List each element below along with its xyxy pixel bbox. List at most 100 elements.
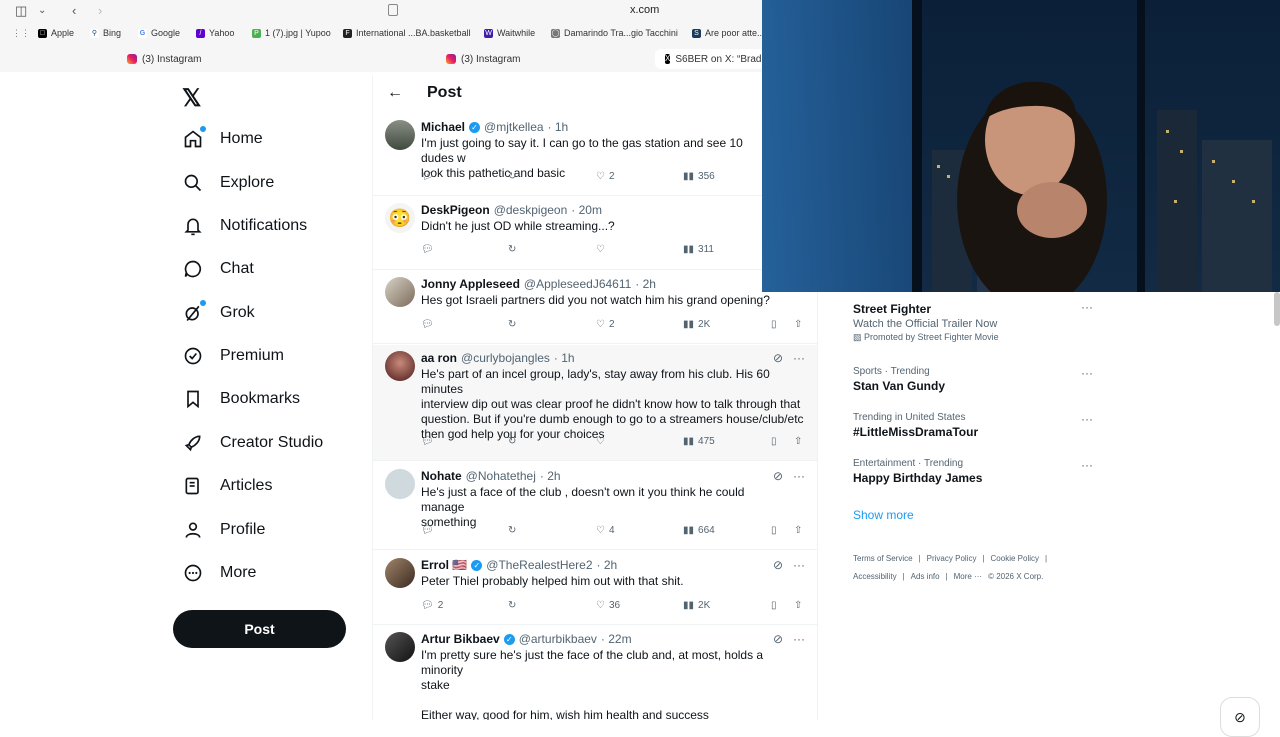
nav-grok[interactable]: Grok	[182, 295, 255, 331]
author-handle[interactable]: @mjtkellea	[484, 120, 544, 134]
like-button[interactable]: ♡ 2	[596, 319, 615, 330]
nav-notifications[interactable]: Notifications	[182, 208, 307, 244]
bookmark-google[interactable]: G Google	[138, 28, 180, 38]
views-button[interactable]: ▮▮ 2K	[683, 319, 710, 330]
author-name[interactable]: Artur Bikbaev	[421, 632, 500, 646]
like-button[interactable]: ♡ 2	[596, 171, 615, 182]
cookie-link[interactable]: Cookie Policy	[991, 554, 1039, 563]
bookmark-waitwhile[interactable]: W Waitwhile	[484, 28, 535, 38]
nav-bookmarks[interactable]: Bookmarks	[182, 381, 300, 417]
reply[interactable]: 😳 DeskPigeon @deskpigeon · 20m Didn't he j…	[373, 197, 817, 270]
bookmark-apple[interactable]: Apple	[38, 28, 74, 38]
avatar[interactable]	[385, 120, 415, 150]
grok-icon[interactable]: ⊘	[773, 632, 783, 646]
views-button[interactable]: ▮▮ 664	[683, 525, 715, 536]
like-button[interactable]: ♡ 4	[596, 525, 615, 536]
repost-button[interactable]: ↻	[508, 244, 516, 255]
bookmark-yahoo[interactable]: / Yahoo	[196, 28, 234, 38]
chevron-down-icon[interactable]: ⌄	[38, 3, 46, 19]
forward-arrow-icon[interactable]: ›	[98, 3, 102, 19]
bookmark-bing[interactable]: ⚲ Bing	[90, 28, 121, 38]
trend-item[interactable]: Entertainment · Trending Happy Birthday …	[853, 458, 1093, 485]
avatar[interactable]	[385, 558, 415, 588]
nav-premium[interactable]: Premium	[182, 338, 284, 374]
address-bar[interactable]: x.com	[630, 4, 659, 16]
privacy-link[interactable]: Privacy Policy	[927, 554, 977, 563]
author-name[interactable]: aa ron	[421, 351, 457, 365]
reply[interactable]: Michael ✓ @mjtkellea · 1h I'm just going to…	[373, 114, 817, 196]
timestamp[interactable]: · 20m	[571, 203, 602, 217]
more-options-icon[interactable]: ···	[1081, 412, 1093, 426]
tab-instagram-1[interactable]: (3) Instagram	[127, 49, 201, 69]
more-options-icon[interactable]: ···	[793, 469, 805, 483]
bookmark-damarindo[interactable]: ◯ Damarindo Tra...gio Tacchini	[551, 28, 678, 38]
share-button[interactable]: ⇧	[794, 525, 802, 536]
avatar[interactable]: 😳	[385, 203, 415, 233]
repost-button[interactable]: ↻	[508, 525, 516, 536]
nav-chat[interactable]: Chat	[182, 251, 254, 287]
grok-icon[interactable]: ⊘	[773, 469, 783, 483]
more-options-icon[interactable]: ···	[1081, 458, 1093, 472]
author-name[interactable]: Michael	[421, 120, 465, 134]
views-button[interactable]: ▮▮ 2K	[683, 600, 710, 611]
more-options-icon[interactable]: ···	[793, 632, 805, 646]
more-options-icon[interactable]: ···	[793, 558, 805, 572]
views-button[interactable]: ▮▮ 311	[683, 244, 714, 255]
author-handle[interactable]: @AppleseedJ64611	[524, 277, 631, 291]
reply[interactable]: Jonny Appleseed @AppleseedJ64611 · 2h Hes …	[373, 271, 817, 344]
author-name[interactable]: DeskPigeon	[421, 203, 490, 217]
timestamp[interactable]: · 2h	[597, 558, 618, 572]
author-handle[interactable]: @curlybojangles	[461, 351, 550, 365]
avatar[interactable]	[385, 351, 415, 381]
reply[interactable]: Errol 🇺🇸 ✓ @TheRealestHere2 · 2h ⊘ ··· Pete…	[373, 552, 817, 625]
timestamp[interactable]: · 1h	[554, 351, 575, 365]
tab-instagram-2[interactable]: (3) Instagram	[446, 49, 520, 69]
trend-item[interactable]: Trending in United States #LittleMissDra…	[853, 412, 1093, 439]
sidebar-toggle-icon[interactable]: ◫	[15, 3, 27, 19]
terms-link[interactable]: Terms of Service	[853, 554, 913, 563]
bookmark-button[interactable]: ▯	[771, 436, 777, 447]
author-handle[interactable]: @deskpigeon	[494, 203, 568, 217]
grok-icon[interactable]: ⊘	[773, 351, 783, 365]
avatar[interactable]	[385, 277, 415, 307]
repost-button[interactable]: ↻	[508, 319, 516, 330]
reply[interactable]: Artur Bikbaev ✓ @arturbikbaev · 22m ⊘ ··· I…	[373, 626, 817, 720]
nav-home[interactable]: Home	[182, 121, 263, 157]
repost-button[interactable]: ↻	[508, 600, 516, 611]
author-name[interactable]: Errol 🇺🇸	[421, 558, 467, 572]
views-button[interactable]: ▮▮ 475	[683, 436, 715, 447]
bookmark-button[interactable]: ▯	[771, 319, 777, 330]
grok-icon[interactable]: ⊘	[773, 558, 783, 572]
avatar[interactable]	[385, 632, 415, 662]
reply-button[interactable]: 💬︎	[421, 319, 438, 330]
promoted-trend[interactable]: Street Fighter Watch the Official Traile…	[853, 300, 1093, 343]
share-button[interactable]: ⇧	[794, 600, 802, 611]
reply-button[interactable]: 💬︎ 2	[421, 600, 443, 611]
avatar[interactable]	[385, 469, 415, 499]
bookmark-button[interactable]: ▯	[771, 600, 777, 611]
timestamp[interactable]: · 1h	[548, 120, 569, 134]
author-handle[interactable]: @arturbikbaev	[519, 632, 597, 646]
reply-button[interactable]: 💬︎	[421, 436, 438, 447]
back-arrow-icon[interactable]: ←	[387, 84, 403, 102]
post-button[interactable]: Post	[173, 610, 346, 648]
author-name[interactable]: Jonny Appleseed	[421, 277, 520, 291]
share-button[interactable]: ⇧	[794, 436, 802, 447]
more-link[interactable]: More ···	[954, 572, 982, 581]
like-button[interactable]: ♡	[596, 436, 609, 447]
like-button[interactable]: ♡	[596, 244, 609, 255]
reply-button[interactable]: 💬︎	[421, 171, 438, 182]
bookmark-button[interactable]: ▯	[771, 525, 777, 536]
views-button[interactable]: ▮▮ 356	[683, 171, 715, 182]
author-handle[interactable]: @Nohatethej	[466, 469, 536, 483]
timestamp[interactable]: · 2h	[635, 277, 656, 291]
nav-more[interactable]: More	[182, 555, 256, 591]
author-handle[interactable]: @TheRealestHere2	[486, 558, 592, 572]
accessibility-link[interactable]: Accessibility	[853, 572, 897, 581]
nav-creator-studio[interactable]: Creator Studio	[182, 425, 323, 461]
tab-x-post[interactable]: X S6BER on X: “Brad	[655, 49, 765, 69]
grok-floating-button[interactable]: ⊘	[1220, 697, 1260, 737]
ads-info-link[interactable]: Ads info	[911, 572, 940, 581]
bookmark-yupoo[interactable]: P1 (7).jpg | Yupoo	[252, 28, 331, 38]
reply-button[interactable]: 💬︎	[421, 525, 438, 536]
